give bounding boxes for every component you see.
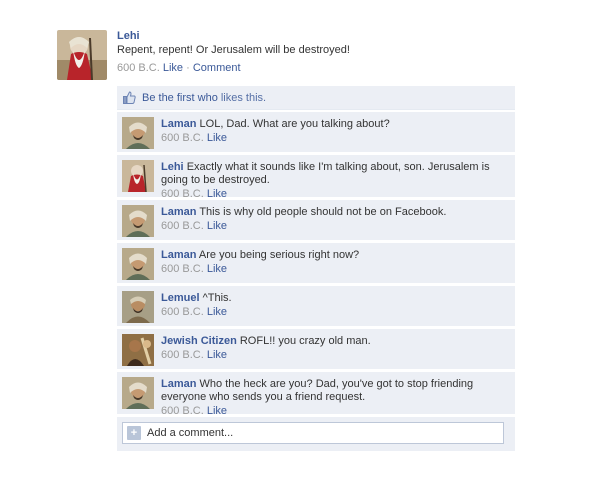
comment-item: Laman Who the heck are you? Dad, you've …: [117, 372, 515, 417]
comments-list: Laman LOL, Dad. What are you talking abo…: [117, 112, 515, 417]
comment-item: Laman This is why old people should not …: [117, 200, 515, 241]
comment-like-link[interactable]: Like: [207, 188, 227, 200]
comment-like-link[interactable]: Like: [207, 405, 227, 417]
comment-avatar[interactable]: [122, 160, 154, 192]
comment-author[interactable]: Laman: [161, 378, 196, 390]
post-author-name[interactable]: Lehi: [117, 30, 517, 42]
comments-panel: Be the first who likes this. Laman LOL, …: [117, 86, 515, 451]
comment-text: Who the heck are you? Dad, you've got to…: [161, 378, 474, 403]
comment-author[interactable]: Laman: [161, 118, 196, 130]
comment-text: Are you being serious right now?: [198, 249, 360, 261]
comment-item: Laman LOL, Dad. What are you talking abo…: [117, 112, 515, 153]
likes-this-text: likes this.: [220, 91, 267, 104]
comment-item: Lehi Exactly what it sounds like I'm tal…: [117, 155, 515, 200]
like-summary-row: Be the first who likes this.: [117, 86, 515, 110]
comment-timestamp: 600 B.C.: [161, 405, 204, 417]
comment-avatar[interactable]: [122, 377, 154, 409]
comment-like-link[interactable]: Like: [207, 132, 227, 144]
post-meta: 600 B.C. Like · Comment: [117, 62, 517, 74]
add-comment-input[interactable]: + Add a comment...: [122, 422, 504, 444]
comment-like-link[interactable]: Like: [207, 349, 227, 361]
comment-text: Exactly what it sounds like I'm talking …: [161, 161, 490, 186]
comment-item: Jewish Citizen ROFL!! you crazy old man.…: [117, 329, 515, 370]
comment-avatar[interactable]: [122, 117, 154, 149]
add-comment-placeholder: Add a comment...: [147, 427, 234, 439]
plus-icon: +: [127, 426, 141, 440]
comment-timestamp: 600 B.C.: [161, 349, 204, 361]
comment-avatar[interactable]: [122, 205, 154, 237]
comment-text: ROFL!! you crazy old man.: [239, 335, 371, 347]
comment-timestamp: 600 B.C.: [161, 263, 204, 275]
comment-author[interactable]: Laman: [161, 249, 196, 261]
post-text: Repent, repent! Or Jerusalem will be des…: [117, 44, 350, 56]
comment-like-link[interactable]: Like: [207, 220, 227, 232]
comment-author[interactable]: Lemuel: [161, 292, 200, 304]
comment-timestamp: 600 B.C.: [161, 188, 204, 200]
add-comment-row: + Add a comment...: [117, 417, 515, 451]
post-like-link[interactable]: Like: [163, 62, 183, 74]
thumbs-up-icon: [123, 91, 136, 104]
comment-author[interactable]: Lehi: [161, 161, 184, 173]
lehi-avatar[interactable]: [57, 30, 107, 80]
comment-text: This is why old people should not be on …: [199, 206, 447, 218]
comment-item: Lemuel ^This. 600 B.C. Like: [117, 286, 515, 327]
comment-item: Laman Are you being serious right now? 60…: [117, 243, 515, 284]
comment-avatar[interactable]: [122, 291, 154, 323]
comment-avatar[interactable]: [122, 248, 154, 280]
meta-separator: ·: [186, 62, 190, 74]
comment-text: LOL, Dad. What are you talking about?: [199, 118, 390, 130]
be-first-like-link[interactable]: Be the first who: [142, 92, 218, 104]
comment-like-link[interactable]: Like: [207, 263, 227, 275]
comment-timestamp: 600 B.C.: [161, 306, 204, 318]
comment-timestamp: 600 B.C.: [161, 220, 204, 232]
comment-author[interactable]: Laman: [161, 206, 196, 218]
comment-timestamp: 600 B.C.: [161, 132, 204, 144]
comment-like-link[interactable]: Like: [207, 306, 227, 318]
comment-text: ^This.: [202, 292, 232, 304]
post-comment-link[interactable]: Comment: [193, 62, 241, 74]
post-timestamp: 600 B.C.: [117, 62, 160, 74]
comment-author[interactable]: Jewish Citizen: [161, 335, 237, 347]
comment-avatar[interactable]: [122, 334, 154, 366]
